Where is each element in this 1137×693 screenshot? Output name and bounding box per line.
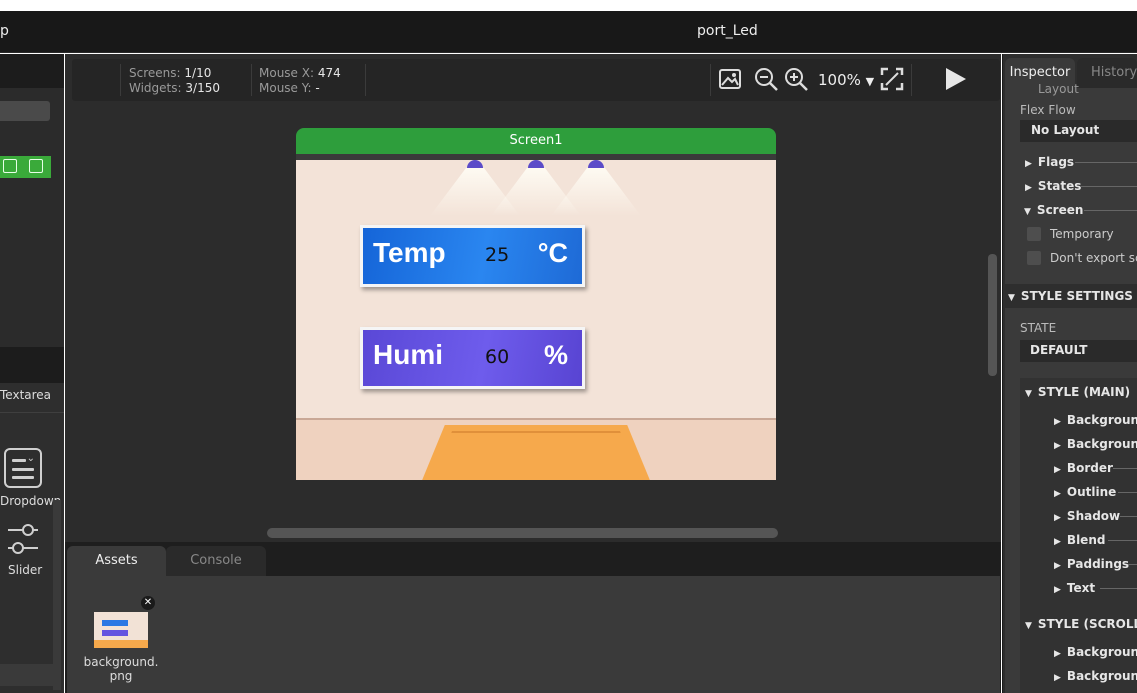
canvas-vertical-scrollbar[interactable]: [988, 254, 997, 376]
caret-right-icon: ▶: [1054, 537, 1061, 547]
top-strip: [0, 0, 1137, 11]
layout-label: Layout: [1038, 82, 1079, 96]
style-item[interactable]: ▶ Shadow: [1054, 509, 1120, 523]
style-item[interactable]: ▶ Outline: [1054, 485, 1116, 499]
close-icon[interactable]: ✕: [141, 596, 155, 610]
zoom-select[interactable]: 100% ▼: [818, 71, 874, 89]
humi-card[interactable]: Humi 60 %: [360, 327, 585, 389]
unlock-icon[interactable]: [3, 159, 17, 173]
toolbar-divider: [120, 64, 121, 96]
section-states[interactable]: ▶ States: [1025, 179, 1081, 193]
flex-flow-select[interactable]: No Layout: [1020, 120, 1137, 142]
style-item[interactable]: ▶ Paddings: [1054, 557, 1129, 571]
toolbar-divider: [911, 64, 912, 96]
canvas-horizontal-scrollbar[interactable]: [267, 528, 778, 538]
section-flags[interactable]: ▶ Flags: [1025, 155, 1074, 169]
temp-unit: °C: [537, 238, 568, 268]
slider-icon[interactable]: [6, 520, 40, 558]
caret-right-icon: ▶: [1054, 513, 1061, 523]
zoom-in-icon[interactable]: [783, 66, 809, 92]
caret-down-icon: ▼: [1024, 207, 1031, 217]
humi-unit: %: [543, 340, 568, 370]
caret-right-icon: ▶: [1025, 159, 1032, 169]
widget-slider-label[interactable]: Slider: [8, 563, 42, 577]
caret-right-icon: ▶: [1054, 673, 1061, 683]
temp-label: Temp: [373, 237, 446, 268]
tab-history[interactable]: History: [1077, 58, 1137, 88]
tab-assets[interactable]: Assets: [67, 546, 166, 576]
image-icon[interactable]: [717, 66, 743, 92]
caret-down-icon: ▼: [1025, 621, 1032, 631]
caret-right-icon: ▶: [1025, 183, 1032, 193]
caret-down-icon: ▼: [1008, 293, 1015, 303]
lamp-icon: [467, 160, 483, 168]
humi-label: Humi: [373, 339, 443, 370]
mouse-x-readout: Mouse X: 474: [259, 66, 341, 80]
caret-right-icon: ▶: [1054, 649, 1061, 659]
dropdown-icon[interactable]: ⌄: [4, 448, 42, 488]
toolbar-divider: [251, 64, 252, 96]
toolbar-divider: [710, 64, 711, 96]
style-scrollbar-header[interactable]: ▼STYLE (SCROLLBA: [1025, 617, 1137, 631]
style-item[interactable]: ▶Background: [1054, 437, 1137, 451]
palette-separator: [0, 412, 64, 413]
assets-list: [67, 576, 1000, 693]
state-label: STATE: [1020, 321, 1057, 335]
section-screen[interactable]: ▼ Screen: [1024, 203, 1083, 217]
fit-screen-icon[interactable]: [879, 66, 905, 92]
temp-value: 25: [485, 244, 510, 266]
selected-screen-row[interactable]: [0, 156, 51, 178]
dont-export-checkbox[interactable]: [1027, 251, 1041, 265]
style-item[interactable]: ▶ Blend: [1054, 533, 1105, 547]
style-main-header[interactable]: ▼ STYLE (MAIN): [1025, 385, 1130, 399]
toolbar-divider: [365, 64, 366, 96]
asset-thumbnail[interactable]: [94, 612, 148, 648]
flex-flow-label: Flex Flow: [1020, 103, 1076, 117]
floor-rug-border: [431, 431, 641, 480]
style-item[interactable]: ▶ Text: [1054, 581, 1095, 595]
lamp-icon: [588, 160, 604, 168]
copy-icon[interactable]: [29, 159, 43, 173]
style-item[interactable]: ▶Background: [1054, 645, 1137, 659]
temporary-label: Temporary: [1050, 227, 1114, 241]
caret-right-icon: ▶: [1054, 441, 1061, 451]
dont-export-label: Don't export scr: [1050, 251, 1137, 265]
asset-filename[interactable]: background.png: [80, 655, 162, 683]
state-select[interactable]: DEFAULT: [1020, 340, 1137, 362]
screen-preview[interactable]: Temp 25 °C Humi 60 %: [296, 154, 776, 480]
mouse-y-readout: Mouse Y: -: [259, 81, 320, 95]
style-settings-title: ▼ STYLE SETTINGS: [1008, 289, 1133, 303]
play-icon[interactable]: [942, 66, 968, 92]
widget-panel-header: [0, 54, 64, 88]
tab-console[interactable]: Console: [166, 546, 266, 576]
style-item[interactable]: ▶Background: [1054, 669, 1137, 683]
temp-card[interactable]: Temp 25 °C: [360, 225, 585, 287]
screen-name-tab[interactable]: Screen1: [296, 128, 776, 154]
lamp-icon: [528, 160, 544, 168]
app-title-fragment: p: [0, 23, 9, 39]
lamp-light: [551, 168, 641, 216]
panel-divider: [0, 347, 64, 383]
humi-value: 60: [485, 346, 510, 368]
widget-textarea[interactable]: Textarea: [0, 388, 51, 402]
caret-right-icon: ▶: [1054, 465, 1061, 475]
chevron-down-icon: ▼: [865, 75, 875, 88]
widgets-count: Widgets: 3/150: [129, 81, 220, 95]
palette-footer: [0, 664, 53, 686]
project-title: port_Led: [697, 23, 758, 39]
caret-right-icon: ▶: [1054, 489, 1061, 499]
caret-right-icon: ▶: [1054, 561, 1061, 571]
style-item[interactable]: ▶ Border: [1054, 461, 1113, 475]
title-bar: p port_Led: [0, 11, 1137, 53]
screens-count: Screens: 1/10: [129, 66, 212, 80]
caret-right-icon: ▶: [1054, 585, 1061, 595]
temporary-checkbox[interactable]: [1027, 227, 1041, 241]
caret-down-icon: ▼: [1025, 389, 1032, 399]
zoom-out-icon[interactable]: [753, 66, 779, 92]
style-item[interactable]: ▶Background: [1054, 413, 1137, 427]
caret-right-icon: ▶: [1054, 417, 1061, 427]
palette-scrollbar[interactable]: [53, 500, 61, 690]
widget-search-input[interactable]: [0, 101, 50, 121]
